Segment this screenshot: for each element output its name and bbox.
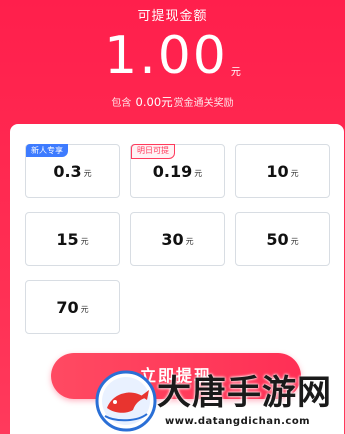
withdrawable-amount: 1.00 元 xyxy=(0,26,345,86)
option-unit: 元 xyxy=(80,237,89,246)
option-0-19[interactable]: 明日可提 0.19 元 xyxy=(130,144,225,198)
option-unit: 元 xyxy=(185,237,194,246)
option-value: 10 xyxy=(266,161,289,181)
bonus-note-suffix: 赏金通关奖励 xyxy=(173,98,234,109)
watermark-brand: 大唐手游网 xyxy=(157,373,332,413)
option-value: 0.19 xyxy=(152,161,193,181)
option-unit: 元 xyxy=(80,305,89,314)
bonus-note: 包含 0.00元赏金通关奖励 xyxy=(0,94,345,110)
amount-unit: 元 xyxy=(230,67,241,78)
option-70[interactable]: 70 元 xyxy=(25,280,120,334)
withdraw-page: 可提现金额 1.00 元 包含 0.00元赏金通关奖励 新人专享 0.3 元 明日… xyxy=(0,0,345,434)
option-15[interactable]: 15 元 xyxy=(25,212,120,266)
option-value: 70 xyxy=(56,297,79,317)
option-0-3[interactable]: 新人专享 0.3 元 xyxy=(25,144,120,198)
option-unit: 元 xyxy=(290,237,299,246)
option-value: 30 xyxy=(161,229,184,249)
option-value: 50 xyxy=(266,229,289,249)
option-value: 0.3 xyxy=(53,161,82,181)
bonus-note-prefix: 包含 xyxy=(111,98,132,109)
withdrawable-amount-title: 可提现金额 xyxy=(137,9,208,24)
option-unit: 元 xyxy=(194,169,203,178)
option-value: 15 xyxy=(56,229,79,249)
new-user-badge: 新人专享 xyxy=(26,144,68,157)
site-watermark: 大唐手游网 www.datangdichan.com xyxy=(95,366,345,434)
amount-value: 1.00 xyxy=(104,26,228,86)
option-unit: 元 xyxy=(290,169,299,178)
option-unit: 元 xyxy=(83,169,92,178)
option-50[interactable]: 50 元 xyxy=(235,212,330,266)
tomorrow-badge: 明日可提 xyxy=(131,144,175,159)
watermark-url: www.datangdichan.com xyxy=(165,416,311,427)
option-30[interactable]: 30 元 xyxy=(130,212,225,266)
fish-logo-icon xyxy=(95,370,157,432)
bonus-note-amount: 0.00元 xyxy=(135,95,173,109)
option-10[interactable]: 10 元 xyxy=(235,144,330,198)
